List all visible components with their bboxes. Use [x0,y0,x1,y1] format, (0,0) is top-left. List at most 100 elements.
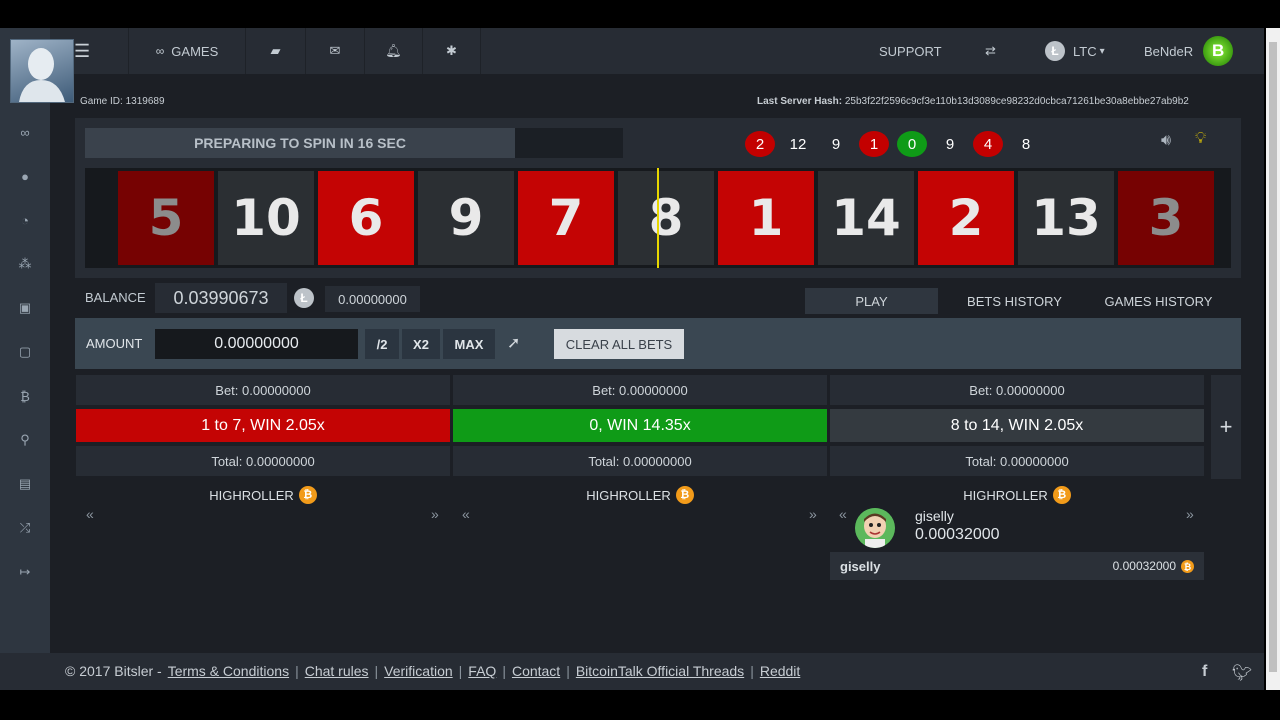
player-row-amount: 0.00032000 [1112,559,1176,573]
users-icon[interactable]: ⁂ [0,242,50,286]
terms-link[interactable]: Terms & Conditions [168,663,289,679]
bitcoin-icon: ₿ [1181,560,1194,573]
contact-link[interactable]: Contact [512,663,560,679]
result-ball: 2 [745,131,775,157]
player-avatar [855,508,895,548]
nav-games[interactable]: ∞ GAMES [128,28,246,74]
litecoin-icon: Ł [1045,41,1065,61]
bet-amount: Bet: 0.00000000 [453,375,827,405]
amount-label: AMOUNT [86,336,143,351]
shuffle-icon[interactable]: ⤮ [0,506,50,550]
chevron-right-icon[interactable]: » [431,506,439,522]
spin-marker [657,168,659,268]
user-icon[interactable]: ● [0,154,50,198]
top-navigation: ☰ ∞ GAMES ▰ ✉ 🔔︎ ✱ SUPPORT ⇄ Ł LTC ▾ BeN… [0,28,1264,74]
bet-amount: Bet: 0.00000000 [830,375,1204,405]
result-ball: 9 [945,135,955,153]
chevron-left-icon[interactable]: « [86,506,94,522]
menu-icon[interactable]: ☰ [74,41,90,62]
search-icon[interactable]: ⚲ [0,418,50,462]
bitcoin-icon[interactable]: ₿ [0,374,50,418]
tab-play[interactable]: PLAY [805,288,938,314]
roulette-tile: 7 [518,171,614,265]
gamepad-icon[interactable]: ∞ [0,110,50,154]
pie-chart-icon[interactable]: ◔ [0,198,50,242]
volume-icon[interactable]: 🔊︎ [1161,132,1171,150]
roulette-panel: PREPARING TO SPIN IN 16 SEC 2 12 9 1 0 9 4 8 🔊︎… [75,118,1241,278]
bet-amount: Bet: 0.00000000 [76,375,450,405]
roulette-tile: 3 [1118,171,1214,265]
bet-green-button[interactable]: 0, WIN 14.35x [453,409,827,442]
gamepad-icon: ∞ [155,44,165,58]
sign-out-icon[interactable]: ↦ [0,550,50,594]
inbox-icon[interactable]: ▣ [0,286,50,330]
roulette-tile: 6 [318,171,414,265]
result-ball: 9 [831,135,841,153]
bitcoin-icon: ₿ [298,486,317,504]
faq-link[interactable]: FAQ [468,663,496,679]
player-amount: 0.00032000 [915,526,1000,543]
user-menu[interactable]: BeNdeR B [1144,28,1234,74]
bet-total: Total: 0.00000000 [453,446,827,476]
bitcoin-icon: ₿ [675,486,694,504]
balance-value: 0.03990673 [155,283,287,313]
highroller-green: HIGHROLLER ₿ [453,486,827,504]
tab-bets-history[interactable]: BETS HISTORY [952,288,1077,314]
double-button[interactable]: X2 [402,329,440,359]
picture-icon[interactable]: ▢ [0,330,50,374]
exchange-icon[interactable]: ⇄ [985,28,996,74]
result-ball: 0 [897,131,927,157]
chevron-right-icon[interactable]: » [1186,506,1194,522]
settings-icon[interactable]: ✱ [423,28,481,74]
result-ball: 1 [859,131,889,157]
amount-input[interactable]: 0.00000000 [155,329,358,359]
balance-label: BALANCE [85,290,146,305]
result-ball: 4 [973,131,1003,157]
bet-black-button[interactable]: 8 to 14, WIN 2.05x [830,409,1204,442]
chevron-left-icon[interactable]: « [462,506,470,522]
bell-icon[interactable]: 🔔︎ [365,28,423,74]
reddit-link[interactable]: Reddit [760,663,800,679]
max-button[interactable]: MAX [443,329,495,359]
lightbulb-icon[interactable]: 💡︎ [1195,130,1206,148]
game-id: Game ID: 1319689 [80,96,165,107]
twitter-icon[interactable]: 🐦︎ [1232,663,1252,683]
verification-link[interactable]: Verification [384,663,452,679]
litecoin-icon[interactable]: Ł [294,288,314,308]
book-icon[interactable]: ▤ [0,462,50,506]
roulette-tile: 2 [918,171,1014,265]
bet-total: Total: 0.00000000 [76,446,450,476]
app-window: ☰ ∞ GAMES ▰ ✉ 🔔︎ ✱ SUPPORT ⇄ Ł LTC ▾ BeN… [0,28,1264,690]
scrollbar[interactable] [1266,28,1280,690]
facebook-icon[interactable]: f [1202,663,1207,681]
roulette-tile: 8 [618,171,714,265]
roulette-tile: 10 [218,171,314,265]
rocket-icon[interactable]: ➚ [507,333,520,353]
mail-icon[interactable]: ✉ [306,28,365,74]
half-button[interactable]: /2 [365,329,399,359]
support-link[interactable]: SUPPORT [879,28,942,74]
chevron-left-icon[interactable]: « [839,506,847,522]
bitcointalk-link[interactable]: BitcoinTalk Official Threads [576,663,744,679]
footer: © 2017 Bitsler - Terms & Conditions | Cha… [0,653,1264,690]
chat-icon[interactable]: ▰ [246,28,306,74]
bet-red-button[interactable]: 1 to 7, WIN 2.05x [76,409,450,442]
clear-all-bets-button[interactable]: CLEAR ALL BETS [554,329,684,359]
highroller-red: HIGHROLLER ₿ [76,486,450,504]
user-avatar[interactable] [10,39,74,103]
currency-select[interactable]: Ł LTC ▾ [1045,28,1105,74]
roulette-tile: 5 [118,171,214,265]
result-ball: 12 [789,135,807,153]
scrollbar-thumb[interactable] [1269,42,1277,672]
sidebar: ∞ ● ◔ ⁂ ▣ ▢ ₿ ⚲ ▤ ⤮ ↦ [0,28,50,690]
chat-rules-link[interactable]: Chat rules [305,663,369,679]
roulette-tile: 13 [1018,171,1114,265]
caret-down-icon: ▾ [1099,45,1105,57]
countdown-bar [515,128,623,158]
tab-games-history[interactable]: GAMES HISTORY [1092,288,1225,314]
chevron-right-icon[interactable]: » [809,506,817,522]
roulette-tile: 1 [718,171,814,265]
add-bet-button[interactable]: + [1211,375,1241,479]
spin-status: PREPARING TO SPIN IN 16 SEC [85,128,515,158]
copyright: © 2017 Bitsler - [65,663,162,679]
